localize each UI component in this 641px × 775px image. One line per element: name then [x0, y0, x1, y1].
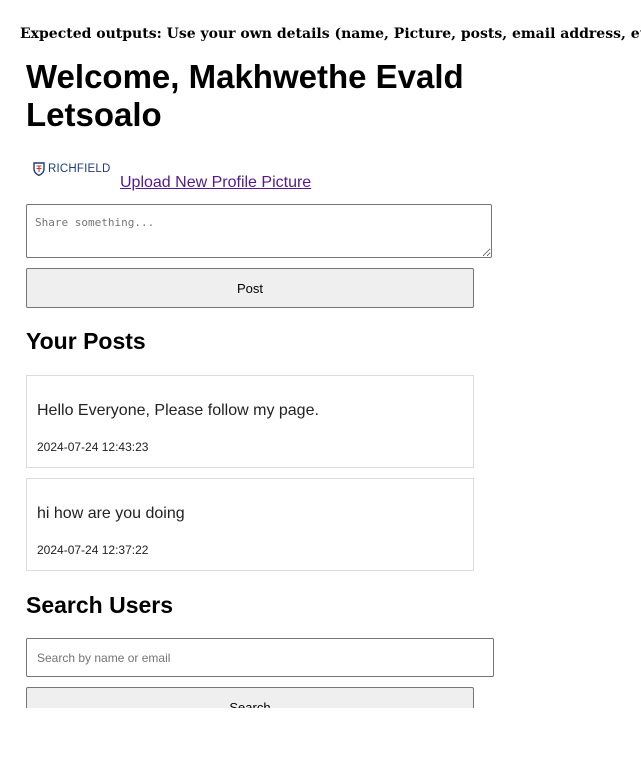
share-textarea[interactable] — [26, 204, 492, 258]
post-button[interactable]: Post — [26, 268, 474, 308]
search-input[interactable] — [26, 638, 494, 677]
your-posts-heading: Your Posts — [26, 328, 146, 354]
post-timestamp: 2024-07-24 12:43:23 — [37, 440, 149, 454]
upload-profile-picture-link[interactable]: Upload New Profile Picture — [120, 174, 311, 192]
profile-picture: RICHFIELD — [33, 162, 111, 176]
post-text: Hello Everyone, Please follow my page. — [37, 402, 319, 419]
post-timestamp: 2024-07-24 12:37:22 — [37, 543, 149, 557]
post-card: Hello Everyone, Please follow my page. 2… — [26, 375, 474, 468]
search-users-heading: Search Users — [26, 592, 174, 618]
shield-icon — [33, 162, 45, 176]
expected-outputs-caption: Expected outputs: Use your own details (… — [20, 26, 641, 42]
post-text: hi how are you doing — [37, 505, 185, 522]
logo-text: RICHFIELD — [48, 163, 111, 175]
post-card: hi how are you doing 2024-07-24 12:37:22 — [26, 478, 474, 571]
screenshot-frame: Welcome, Makhwethe Evald Letsoalo RICHFI… — [26, 58, 506, 708]
search-button[interactable]: Search — [26, 687, 474, 708]
welcome-heading: Welcome, Makhwethe Evald Letsoalo — [26, 58, 464, 133]
